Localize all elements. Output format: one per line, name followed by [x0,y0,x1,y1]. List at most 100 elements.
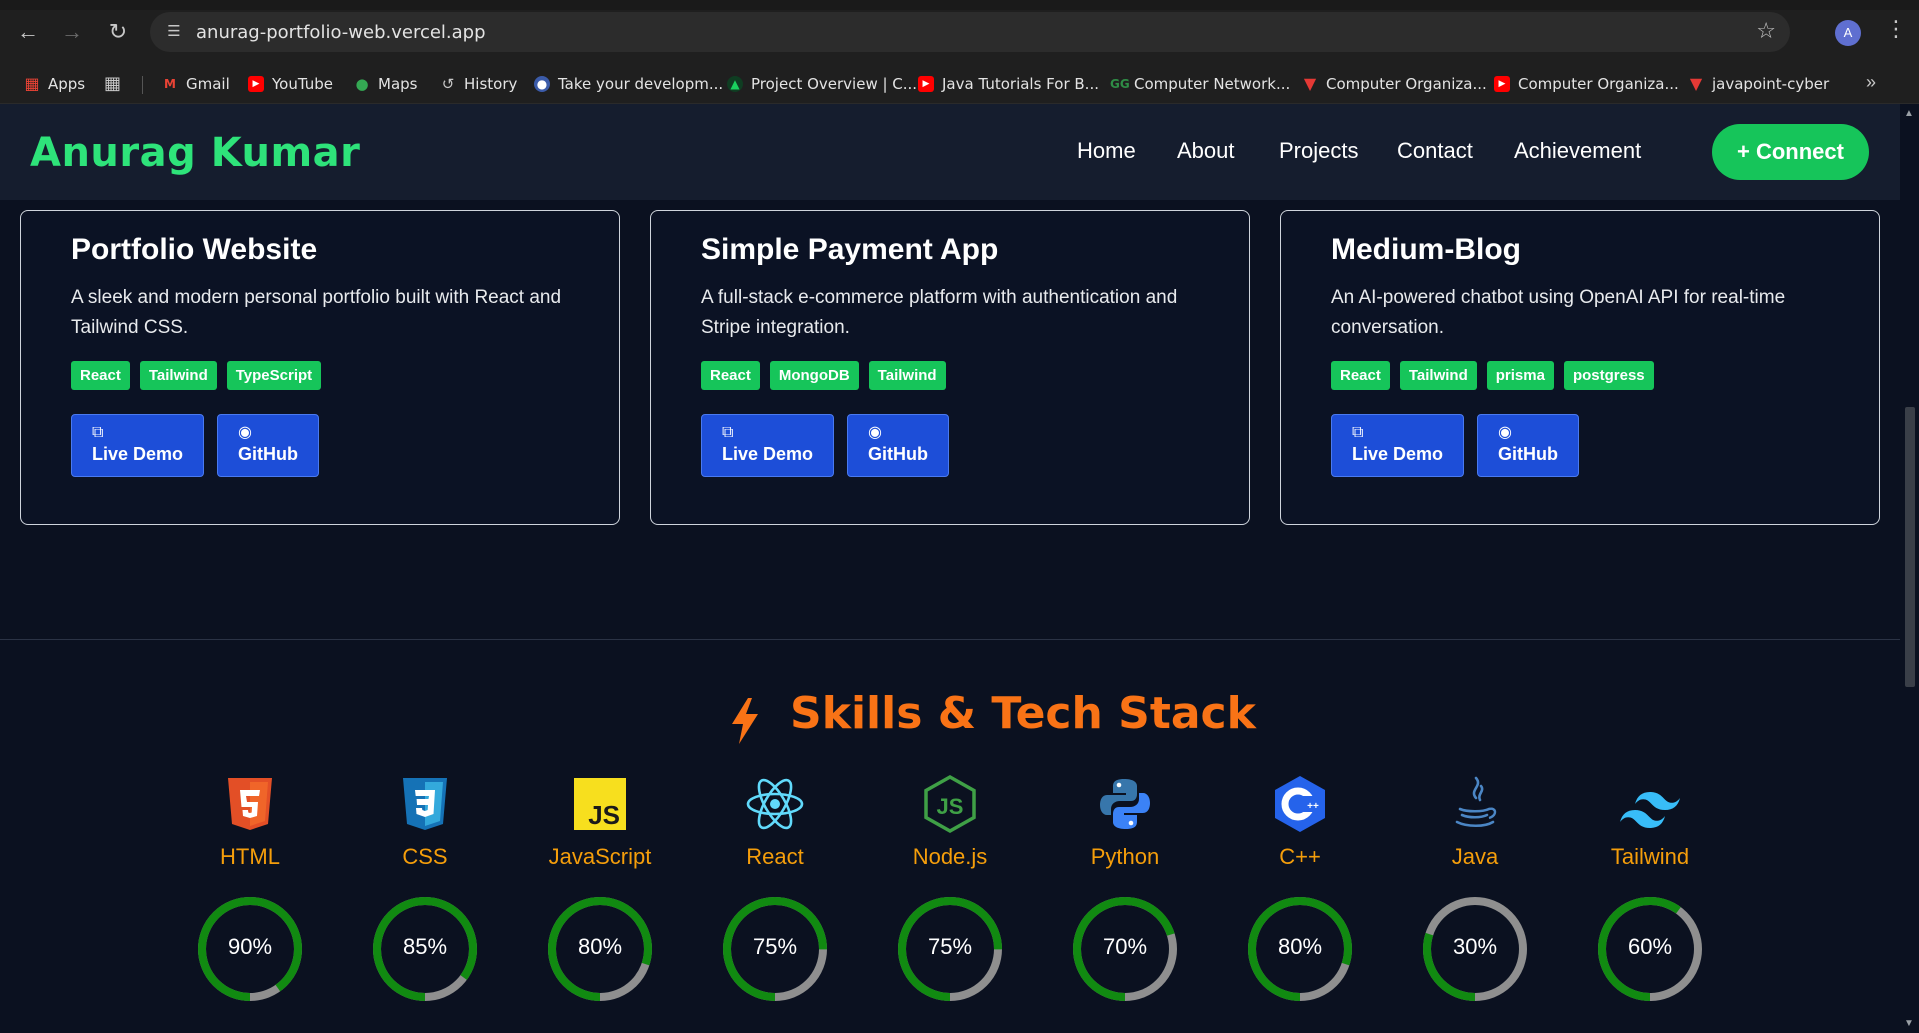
avatar-icon: ● [534,76,550,92]
github-icon: ◉ [1498,424,1512,441]
bookmark-label: YouTube [272,75,333,93]
address-bar[interactable]: ☰ anurag-portfolio-web.vercel.app ☆ [150,12,1790,52]
tab-groups-icon: ▦ [104,73,122,94]
nodejs-icon: JS [924,774,976,834]
bookmark-javapoint-cyber[interactable]: ▼ javapoint-cyber [1688,74,1829,94]
nav-home[interactable]: Home [1077,138,1136,164]
section-divider [0,639,1900,640]
github-icon: ◉ [238,424,252,441]
tech-tag: Tailwind [139,361,217,390]
bookmark-apps[interactable]: ▦ Apps [24,74,85,94]
live-demo-label: Live Demo [722,444,814,464]
site-settings-icon[interactable]: ☰ [164,22,184,42]
bookmark-star-icon[interactable]: ☆ [1756,18,1776,44]
skill-name: Node.js [912,844,988,869]
javatpoint-icon: ▼ [1303,74,1317,93]
skill-react: React 75% [700,774,850,1014]
live-demo-label: Live Demo [1352,444,1444,464]
nav-achievement[interactable]: Achievement [1514,138,1641,164]
cplusplus-icon: ++ [1275,776,1325,832]
bookmark-tab-groups[interactable]: ▦ [104,74,128,94]
python-icon [1100,779,1150,829]
bookmark-youtube[interactable]: ▶ YouTube [248,74,333,94]
react-icon [746,778,804,830]
bookmark-label: Apps [48,75,86,93]
bookmark-gmail[interactable]: M Gmail [162,74,230,94]
history-icon: ↺ [441,75,455,93]
bookmark-history[interactable]: ↺ History [440,74,518,94]
tab-strip [0,0,1919,10]
youtube-icon: ▶ [1494,76,1510,92]
bookmark-project-overview[interactable]: ▲ Project Overview | C... [727,74,917,94]
html5-icon [228,778,272,830]
project-description: An AI-powered chatbot using OpenAI API f… [1331,287,1786,338]
bookmark-computer-organization-1[interactable]: ▼ Computer Organiza... [1302,74,1487,94]
skill-name: CSS [402,844,448,869]
reload-icon[interactable]: ↻ [104,18,132,46]
forward-arrow-icon[interactable]: → [58,18,86,46]
bookmark-computer-network[interactable]: GG Computer Network... [1110,74,1290,94]
external-link-icon: ⧉ [722,424,734,441]
bookmark-java-tutorials[interactable]: ▶ Java Tutorials For B... [918,74,1099,94]
bookmark-label: Computer Organiza... [1518,75,1679,93]
leaf-icon: ▲ [727,76,743,92]
page-scrollbar[interactable]: ▲ ▼ [1900,104,1919,1033]
bookmark-label: Project Overview | C... [751,75,918,93]
bookmark-label: Maps [378,75,418,93]
live-demo-button[interactable]: ⧉ Live Demo [701,414,835,477]
scrollbar-thumb[interactable] [1905,407,1915,687]
skill-name: React [746,844,804,869]
nav-projects[interactable]: Projects [1279,138,1358,164]
youtube-icon: ▶ [918,76,934,92]
java-icon [1455,776,1497,828]
tech-tag: TypeScript [226,361,322,390]
svg-text:JS: JS [937,794,964,819]
nav-about[interactable]: About [1177,138,1235,164]
skill-percent: 70% [1102,934,1148,959]
bookmark-label: Computer Network... [1134,75,1291,93]
bookmark-label: History [464,75,518,93]
skill-percent: 75% [752,934,798,959]
project-card: Simple Payment App A full-stack e-commer… [650,210,1250,525]
more-bookmarks-icon[interactable]: » [1866,72,1876,93]
live-demo-button[interactable]: ⧉ Live Demo [1331,414,1465,477]
nav-contact[interactable]: Contact [1397,138,1473,164]
url-text[interactable]: anurag-portfolio-web.vercel.app [196,22,486,43]
github-button[interactable]: ◉ GitHub [1477,414,1579,477]
github-button[interactable]: ◉ GitHub [847,414,949,477]
profile-avatar[interactable]: A [1835,20,1861,46]
page-viewport: Anurag Kumar Home About Projects Contact… [0,104,1900,1033]
skill-percent: 75% [927,934,973,959]
bookmarks-bar: ▦ Apps ▦ M Gmail ▶ YouTube ● Maps ↺ Hist… [0,64,1919,104]
browser-menu-icon[interactable]: ⋮ [1885,16,1907,42]
back-arrow-icon[interactable]: ← [14,18,42,46]
scroll-down-icon[interactable]: ▼ [1904,1018,1914,1029]
project-tags: React Tailwind prisma postgress [1331,361,1654,390]
tech-tag: React [701,361,760,390]
scroll-up-icon[interactable]: ▲ [1904,108,1914,119]
bookmark-take-your-development[interactable]: ● Take your developm... [534,74,723,94]
skill-name: JavaScript [548,844,652,869]
svg-text:JS: JS [588,800,620,830]
project-card: Medium-Blog An AI-powered chatbot using … [1280,210,1880,525]
bookmark-maps[interactable]: ● Maps [354,74,417,94]
brand-logo[interactable]: Anurag Kumar [30,130,360,176]
project-card: Portfolio Website A sleek and modern per… [20,210,620,525]
skill-cplusplus: ++ C++ 80% [1225,774,1375,1014]
browser-toolbar: ← → ↻ ☰ anurag-portfolio-web.vercel.app … [0,0,1919,64]
connect-button[interactable]: + Connect [1712,124,1869,180]
skill-css: CSS 85% [350,774,500,1014]
tech-tag: Tailwind [1399,361,1477,390]
skill-percent: 30% [1452,934,1498,959]
bookmark-computer-organization-2[interactable]: ▶ Computer Organiza... [1494,74,1679,94]
bookmark-label: javapoint-cyber [1712,75,1830,93]
github-icon: ◉ [868,424,882,441]
skill-percent: 85% [402,934,448,959]
gfg-icon: GG [1110,77,1130,91]
bookmark-label: Gmail [186,75,230,93]
skill-name: Python [1090,844,1160,869]
external-link-icon: ⧉ [92,424,104,441]
lightning-bolt-icon [732,698,758,744]
github-button[interactable]: ◉ GitHub [217,414,319,477]
live-demo-button[interactable]: ⧉ Live Demo [71,414,205,477]
